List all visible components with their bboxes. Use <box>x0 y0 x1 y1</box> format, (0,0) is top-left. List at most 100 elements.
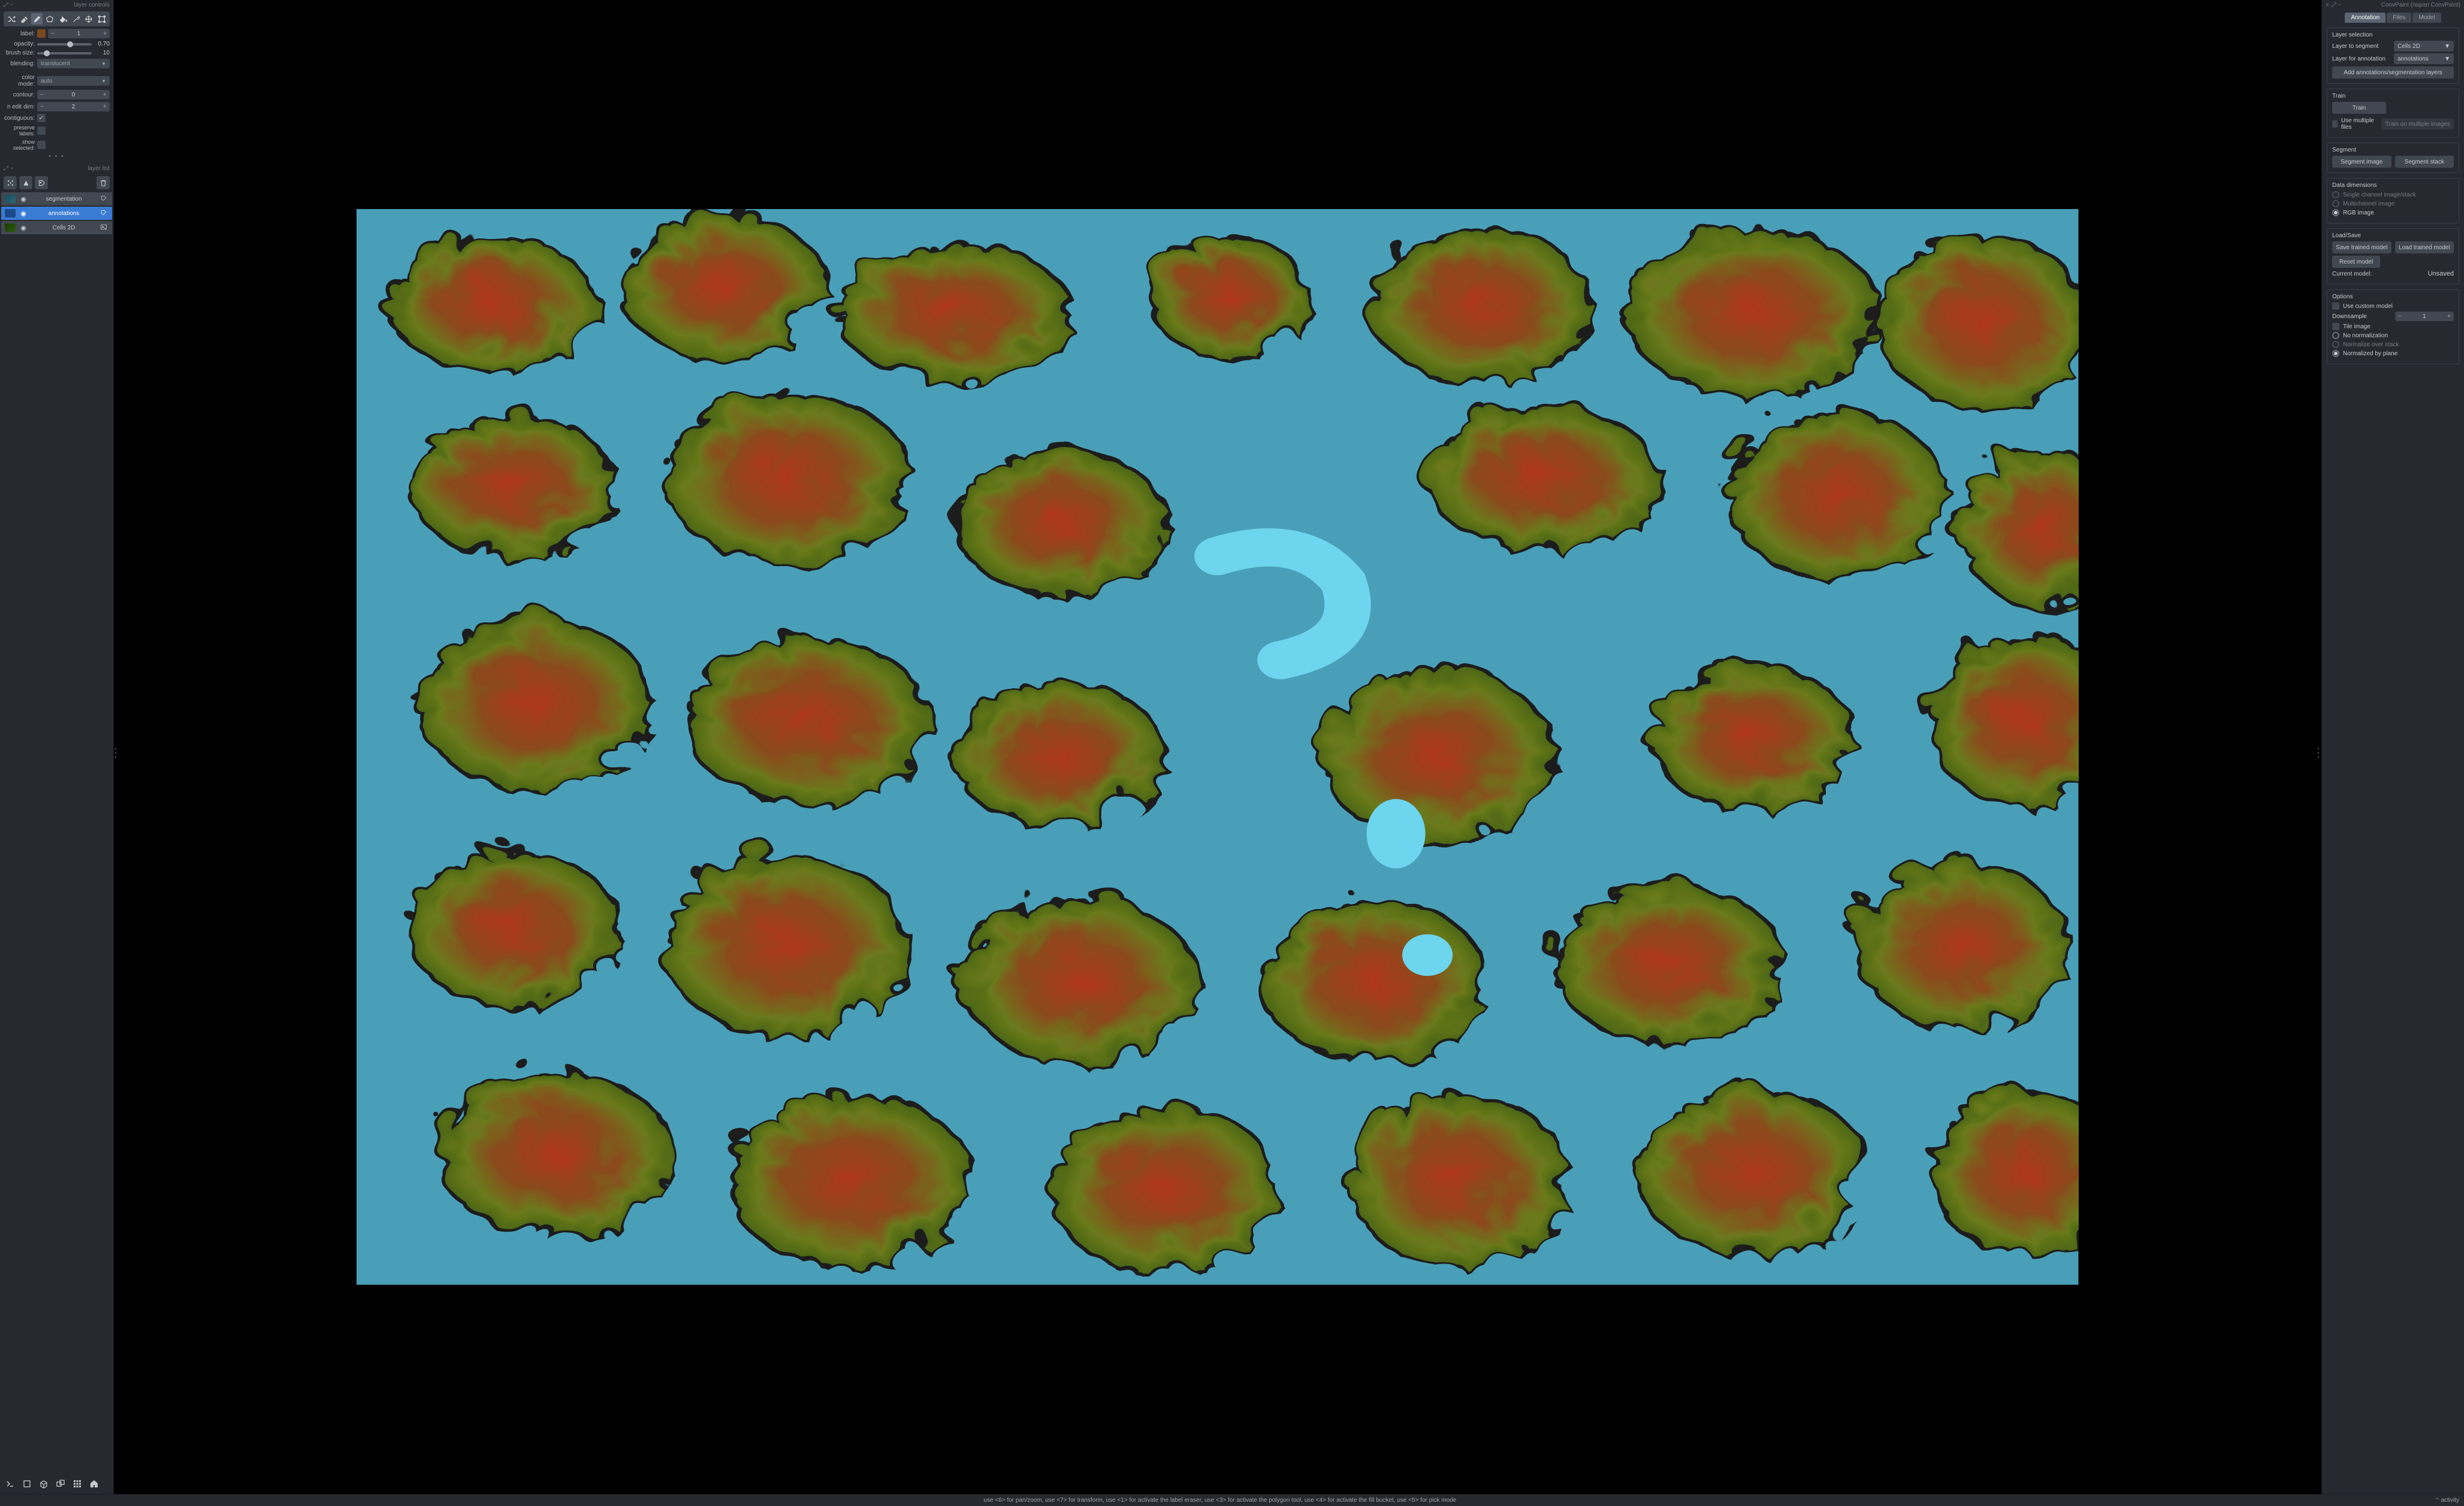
dots-divider: • • • <box>0 152 113 161</box>
current-model-value: Unsaved <box>2428 270 2454 277</box>
radio-single-channel[interactable] <box>2332 191 2339 198</box>
picker-icon[interactable] <box>70 13 81 25</box>
downsample-lbl: Downsample <box>2332 313 2391 320</box>
reset-model-button[interactable]: Reset model <box>2332 256 2380 268</box>
right-panel-title: ConvPaint (napari ConvPaint) <box>2341 2 2460 8</box>
layer-list-header: ⤢▫ layer list <box>0 164 113 174</box>
plus-icon[interactable]: + <box>100 90 110 99</box>
opacity-slider[interactable] <box>37 43 92 46</box>
downsample-spinbox[interactable]: − 1 + <box>2395 312 2454 321</box>
radio-norm-plane[interactable] <box>2332 350 2339 357</box>
minus-icon[interactable]: − <box>2395 312 2405 321</box>
plus-icon[interactable]: + <box>100 29 110 38</box>
minus-icon[interactable]: − <box>48 29 58 38</box>
layer-item-cells-2d[interactable]: ◉ Cells 2D <box>1 221 112 234</box>
train-button[interactable]: Train <box>2332 102 2386 114</box>
contour-lbl: contour: <box>4 92 35 98</box>
plus-icon[interactable]: + <box>100 102 110 111</box>
radio-rgb[interactable] <box>2332 209 2339 216</box>
layer-controls-header: ⤢▫ layer controls <box>0 0 113 10</box>
resize-handle-left[interactable] <box>115 748 117 758</box>
brush-icon[interactable] <box>31 13 43 25</box>
contour-spinbox[interactable]: − 0 + <box>37 90 110 99</box>
tag-icon <box>100 209 108 218</box>
tool-grid <box>4 11 110 26</box>
eye-icon[interactable]: ◉ <box>19 224 28 232</box>
tab-annotation[interactable]: Annotation <box>2345 13 2386 23</box>
segment-stack-button[interactable]: Segment stack <box>2395 156 2454 168</box>
radio-norm-stack[interactable] <box>2332 341 2339 348</box>
show-selected-lbl: show selected: <box>4 139 35 151</box>
new-shapes-button[interactable] <box>19 176 32 189</box>
color-mode-combo[interactable]: auto▼ <box>37 76 110 86</box>
eye-icon[interactable]: ◉ <box>19 210 28 217</box>
minus-icon[interactable]: − <box>37 90 47 99</box>
tab-files[interactable]: Files <box>2387 13 2411 23</box>
opacity-lbl: opacity: <box>4 41 35 47</box>
layer-annotation-combo[interactable]: annotations▼ <box>2394 53 2454 64</box>
use-multiple-files-checkbox[interactable] <box>2332 120 2338 128</box>
tile-image-checkbox[interactable] <box>2332 323 2339 330</box>
layer-item-annotations[interactable]: ◉ annotations <box>1 207 112 220</box>
delete-layer-button[interactable] <box>96 176 110 189</box>
new-points-button[interactable] <box>4 176 17 189</box>
pan-icon[interactable] <box>83 13 95 25</box>
grid-button[interactable] <box>71 1477 84 1490</box>
console-button[interactable] <box>4 1477 17 1490</box>
tab-model[interactable]: Model <box>2412 13 2441 23</box>
brush-size-value: 10 <box>94 50 110 56</box>
roll-button[interactable] <box>37 1477 50 1490</box>
blending-combo[interactable]: translucent▼ <box>37 59 110 68</box>
segment-image-button[interactable]: Segment image <box>2332 156 2391 168</box>
chevron-down-icon: ▼ <box>101 78 106 84</box>
layer-controls-title: layer controls <box>13 2 110 8</box>
minus-icon[interactable]: − <box>37 102 47 111</box>
show-selected-checkbox[interactable] <box>37 141 46 149</box>
home-button[interactable] <box>87 1477 101 1490</box>
layer-item-segmentation[interactable]: ◉ segmentation <box>1 192 112 205</box>
ndisplay-button[interactable] <box>20 1477 34 1490</box>
layer-segment-combo[interactable]: Cells 2D▼ <box>2394 41 2454 52</box>
eye-icon[interactable]: ◉ <box>19 195 28 203</box>
status-bar: use <6> for pan/zoom, use <7> for transf… <box>0 1494 2464 1506</box>
layer-list-title: layer list <box>13 165 110 172</box>
fill-icon[interactable] <box>58 13 69 25</box>
eraser-icon[interactable] <box>19 13 30 25</box>
label-swatch[interactable] <box>37 29 46 38</box>
transpose-button[interactable] <box>54 1477 67 1490</box>
label-spinbox[interactable]: − 1 + <box>48 29 110 38</box>
opacity-value: 0.70 <box>94 41 110 47</box>
label-lbl: label: <box>4 31 35 37</box>
canvas-area[interactable] <box>114 0 2321 1494</box>
radio-multichannel[interactable] <box>2332 200 2339 207</box>
radio-no-norm[interactable] <box>2332 332 2339 339</box>
add-layers-button[interactable]: Add annotations/segmentation layers <box>2332 66 2454 78</box>
layer-thumb <box>5 195 16 203</box>
right-panel-header: ×⤢▫ ConvPaint (napari ConvPaint) <box>2322 0 2464 10</box>
train-multiple-button[interactable]: Train on multiple images <box>2381 119 2454 129</box>
polygon-icon[interactable] <box>44 13 56 25</box>
image-viewport[interactable] <box>357 209 2079 1285</box>
save-model-button[interactable]: Save trained model <box>2332 241 2391 253</box>
right-window-buttons[interactable]: ×⤢▫ <box>2326 2 2341 8</box>
viewer-toolbar <box>0 1474 113 1494</box>
options-section: Options Use custom model Downsample − 1 … <box>2327 289 2459 364</box>
use-custom-model-checkbox[interactable] <box>2332 303 2339 310</box>
shuffle-icon[interactable] <box>5 13 17 25</box>
layer-controls-window-buttons[interactable]: ⤢▫ <box>4 2 13 8</box>
resize-handle-right[interactable] <box>2318 748 2320 758</box>
transform-icon[interactable] <box>96 13 107 25</box>
n-edit-dim-lbl: n edit dim: <box>4 104 35 110</box>
layer-list-window-buttons[interactable]: ⤢▫ <box>4 165 13 172</box>
plus-icon[interactable]: + <box>2444 312 2454 321</box>
brush-size-slider[interactable] <box>37 52 92 55</box>
load-model-button[interactable]: Load trained model <box>2395 241 2454 253</box>
contiguous-lbl: contiguous: <box>4 115 35 122</box>
contiguous-checkbox[interactable]: ✓ <box>37 114 46 122</box>
preserve-labels-checkbox[interactable] <box>37 126 46 135</box>
current-model-lbl: Current model: <box>2332 271 2372 277</box>
new-labels-button[interactable] <box>35 176 48 189</box>
layer-controls: label: − 1 + opacity: 0.70 brush size: <box>0 10 113 164</box>
n-edit-dim-spinbox[interactable]: − 2 + <box>37 102 110 111</box>
activity-button[interactable]: ⌃activity <box>2435 1497 2459 1504</box>
